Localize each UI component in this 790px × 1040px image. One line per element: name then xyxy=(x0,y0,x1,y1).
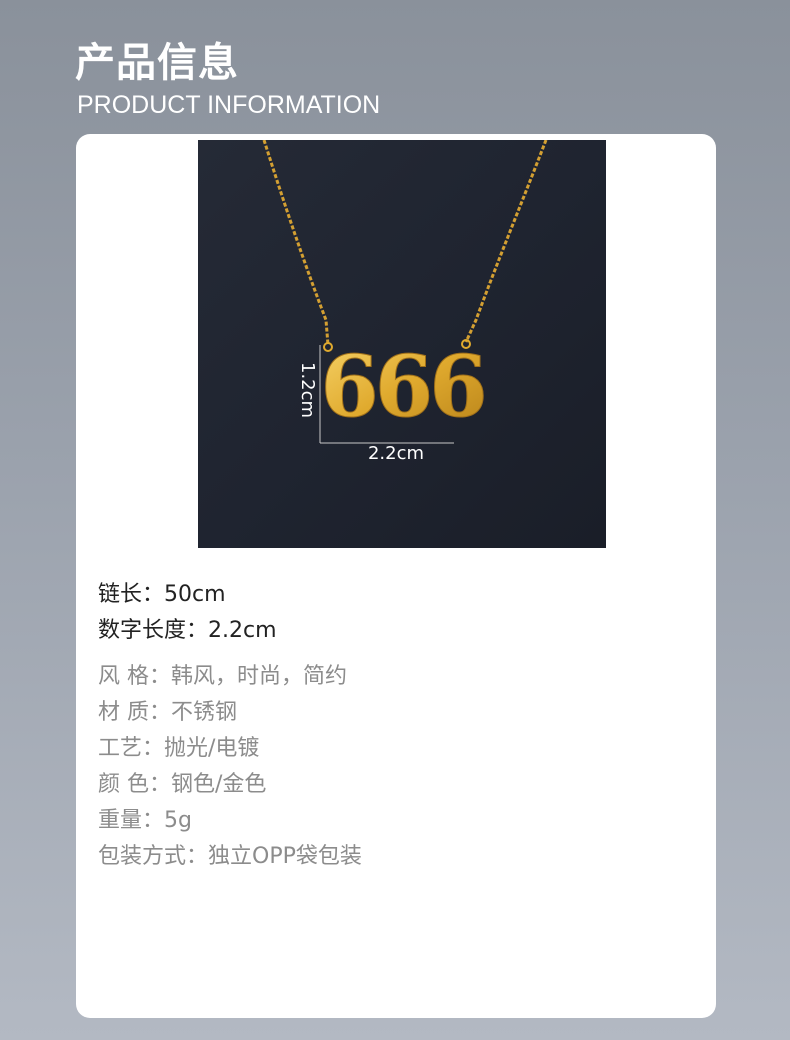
page-subtitle: PRODUCT INFORMATION xyxy=(77,91,381,119)
spec-craft: 工艺：抛光/电镀 xyxy=(98,736,260,761)
page-title: 产品信息 xyxy=(75,40,239,86)
spec-material: 材 质：不锈钢 xyxy=(98,700,237,725)
spec-style: 风 格：韩风，时尚，简约 xyxy=(98,664,347,689)
spec-weight: 重量：5g xyxy=(98,808,192,833)
spec-color: 颜 色：钢色/金色 xyxy=(98,772,267,797)
spec-list: 链长：50cm 数字长度：2.2cm 风 格：韩风，时尚，简约 材 质：不锈钢 … xyxy=(98,577,362,875)
spec-chain-length: 链长：50cm xyxy=(98,582,226,607)
product-photo: 666 1.2cm 2.2cm xyxy=(198,140,606,548)
spec-number-length: 数字长度：2.2cm xyxy=(98,618,277,643)
spec-packaging: 包装方式：独立OPP袋包装 xyxy=(98,844,362,869)
pendant-number: 666 xyxy=(320,337,483,436)
width-label: 2.2cm xyxy=(368,443,424,464)
product-card: 666 1.2cm 2.2cm 链长：50cm 数字长度：2.2cm 风 格：韩… xyxy=(76,134,716,1018)
height-label: 1.2cm xyxy=(297,362,318,418)
